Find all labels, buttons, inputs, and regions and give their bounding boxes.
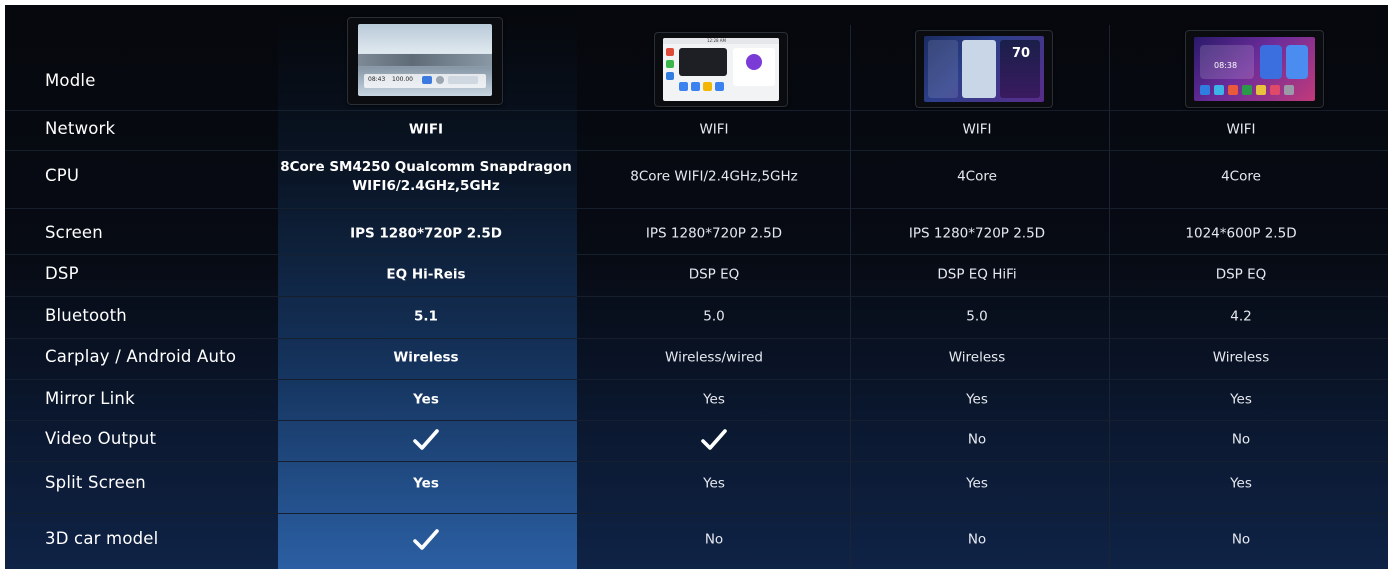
row-label: Network	[45, 119, 116, 138]
table-cell: WIFI	[1226, 121, 1256, 138]
table-cell: Wireless	[1212, 349, 1270, 366]
row-divider	[5, 461, 1388, 462]
row-divider	[5, 420, 1388, 421]
table-cell: IPS 1280*720P 2.5D	[908, 225, 1046, 242]
table-cell: IPS 1280*720P 2.5D	[645, 225, 783, 242]
table-cell: 8Core WIFI/2.4GHz,5GHz	[630, 168, 798, 185]
row-label: CPU	[45, 166, 80, 185]
column-divider	[1109, 25, 1110, 569]
row-divider	[5, 379, 1388, 380]
table-cell: Yes	[703, 475, 725, 492]
table-cell: Yes	[413, 475, 439, 492]
row-divider	[5, 338, 1388, 339]
checkmark-icon	[413, 529, 439, 550]
row-label: DSP	[45, 264, 79, 283]
device-image-2: 12:28 AM	[654, 32, 788, 107]
table-cell: 5.1	[414, 308, 438, 325]
device-image-1: 08:43 100.00	[347, 17, 503, 105]
table-cell: WIFI	[962, 121, 992, 138]
table-cell: No	[1231, 431, 1251, 448]
row-divider	[5, 150, 1388, 151]
row-label: Split Screen	[45, 473, 146, 492]
row-divider	[5, 208, 1388, 209]
row-label: Screen	[45, 223, 103, 242]
table-cell: WIFI	[699, 121, 729, 138]
row-label: Modle	[45, 71, 96, 90]
table-cell: EQ Hi-Reis	[386, 266, 466, 283]
row-divider	[5, 513, 1388, 514]
table-cell: 5.0	[703, 308, 725, 325]
device-screen-value: 100.00	[392, 76, 413, 83]
table-cell: 4Core	[957, 168, 997, 185]
table-cell: No	[704, 531, 724, 548]
row-label: Carplay / Android Auto	[45, 347, 237, 366]
comparison-table: 08:43 100.00 12:28 AM 70 08:38 Modle Net…	[5, 5, 1388, 569]
device-screen-clock: 08:38	[1214, 61, 1238, 70]
table-cell: 4Core	[1221, 168, 1261, 185]
row-label: Mirror Link	[45, 389, 135, 408]
table-cell: Wireless	[393, 349, 459, 366]
table-cell: DSP EQ	[688, 266, 740, 283]
checkmark-icon	[413, 429, 439, 450]
table-cell: No	[1231, 531, 1251, 548]
table-cell: Yes	[413, 391, 439, 408]
table-cell: IPS 1280*720P 2.5D	[350, 225, 502, 242]
table-cell: 4.2	[1230, 308, 1252, 325]
table-cell: 5.0	[966, 308, 988, 325]
device-image-4: 08:38	[1185, 30, 1324, 108]
table-cell: Yes	[1230, 475, 1252, 492]
row-divider	[5, 110, 1388, 111]
row-divider	[5, 296, 1388, 297]
device-screen-speed: 70	[1012, 46, 1031, 61]
table-cell: DSP EQ HiFi	[937, 266, 1017, 283]
row-divider	[5, 254, 1388, 255]
table-cell: 8Core SM4250 Qualcomm Snapdragon WIFI6/2…	[280, 159, 572, 194]
table-cell: Yes	[966, 475, 988, 492]
row-label: Bluetooth	[45, 306, 127, 325]
table-cell: Wireless/wired	[665, 349, 763, 366]
device-screen-clock: 08:43	[368, 76, 386, 83]
row-label: 3D car model	[45, 529, 159, 548]
device-screen-clock: 12:28 AM	[707, 38, 726, 43]
table-cell: DSP EQ	[1215, 266, 1267, 283]
table-cell: No	[967, 431, 987, 448]
table-cell: WIFI	[408, 121, 444, 138]
column-divider	[850, 25, 851, 569]
table-cell: Yes	[703, 391, 725, 408]
table-cell: Yes	[1230, 391, 1252, 408]
device-image-3: 70	[915, 30, 1053, 108]
table-cell: 1024*600P 2.5D	[1185, 225, 1297, 242]
table-cell: No	[967, 531, 987, 548]
table-cell: Yes	[966, 391, 988, 408]
row-label: Video Output	[45, 429, 157, 448]
checkmark-icon	[701, 429, 727, 450]
table-cell: Wireless	[948, 349, 1006, 366]
